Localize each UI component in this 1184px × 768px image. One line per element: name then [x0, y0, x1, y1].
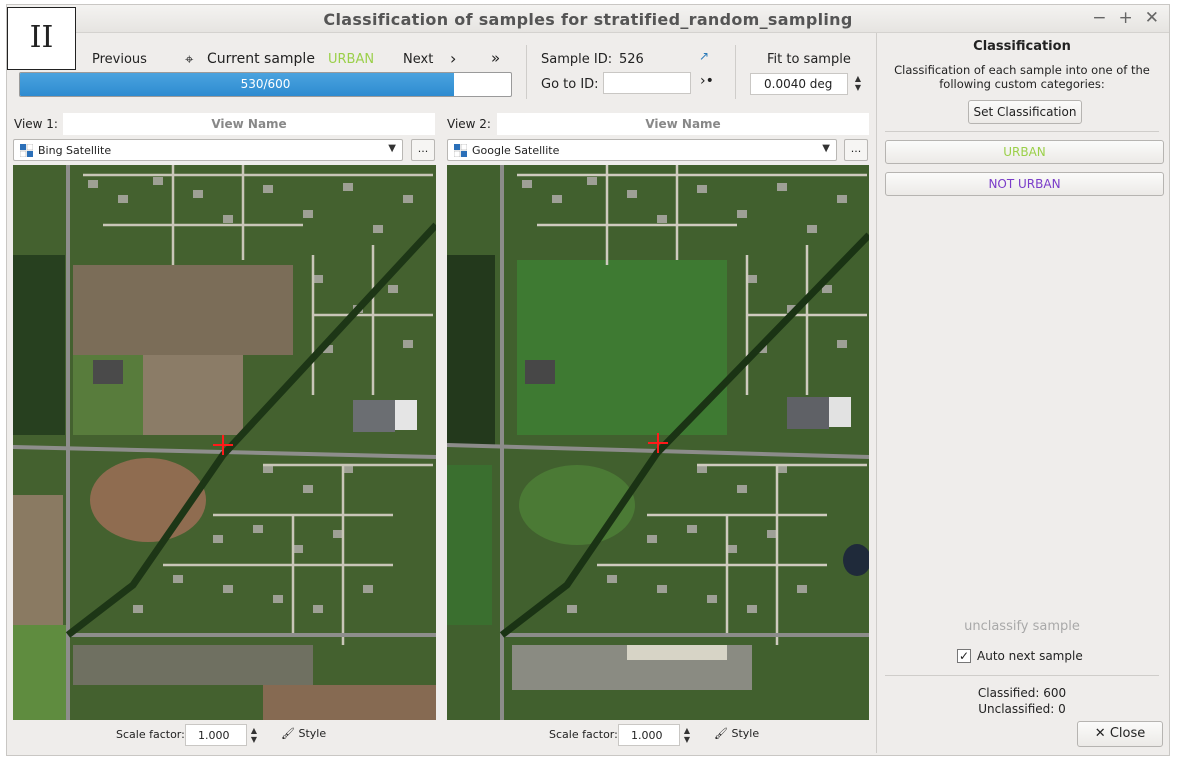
- view2-style-button[interactable]: 🖌 Style: [714, 727, 759, 740]
- brush-icon: 🖌: [714, 727, 728, 740]
- fit-degree-input[interactable]: 0.0040 deg: [750, 73, 848, 95]
- view2-scale-label: Scale factor:: [549, 728, 618, 741]
- set-classification-button[interactable]: Set Classification: [968, 100, 1082, 124]
- view2-name-field[interactable]: View Name: [497, 113, 869, 135]
- brush-icon: 🖌: [281, 727, 295, 740]
- current-sample-button[interactable]: Current sample: [207, 51, 315, 67]
- view1-map-canvas[interactable]: [13, 165, 436, 720]
- sample-id-value: 526: [619, 52, 644, 67]
- view2-options-button[interactable]: ...: [844, 139, 868, 161]
- view1-layer-value: Bing Satellite: [38, 144, 112, 157]
- view2-map-canvas[interactable]: [447, 165, 869, 720]
- view1-style-label: Style: [298, 727, 327, 740]
- view2-scale-spinner[interactable]: ▲ ▼: [681, 726, 693, 744]
- chevron-right-icon[interactable]: ›: [450, 49, 456, 68]
- fit-degree-spinner[interactable]: ▲ ▼: [852, 74, 864, 92]
- panel-divider: [885, 131, 1159, 132]
- classified-count: Classified: 600: [977, 686, 1067, 700]
- view2-layer-value: Google Satellite: [472, 144, 560, 157]
- unclassified-count: Unclassified: 0: [978, 702, 1066, 716]
- auto-next-checkbox[interactable]: ✓: [957, 649, 971, 663]
- category-not-urban-button[interactable]: NOT URBAN: [885, 172, 1164, 196]
- classification-panel: Classification Classification of each sa…: [876, 33, 1167, 753]
- unclassify-sample-button[interactable]: unclassify sample: [877, 619, 1167, 634]
- satellite-imagery: [13, 165, 436, 720]
- sample-id-label: Sample ID:: [541, 52, 613, 67]
- panel-divider: [885, 675, 1159, 676]
- classification-window: Classification of samples for stratified…: [6, 4, 1170, 756]
- maximize-button[interactable]: +: [1119, 8, 1133, 28]
- view2-label: View 2:: [447, 117, 491, 131]
- view2-scale-input[interactable]: 1.000: [618, 724, 680, 746]
- double-chevron-right-icon[interactable]: »: [491, 49, 500, 67]
- crosshair-target-icon[interactable]: ⌖: [185, 50, 193, 68]
- view1-layer-select[interactable]: Bing Satellite ▼: [13, 139, 403, 161]
- view1-style-button[interactable]: 🖌 Style: [281, 727, 326, 740]
- toolbar-separator: [526, 45, 527, 99]
- view2-layer-select[interactable]: Google Satellite ▼: [447, 139, 837, 161]
- auto-next-option[interactable]: ✓ Auto next sample: [957, 649, 1083, 663]
- progress-bar: 530/600: [19, 72, 512, 97]
- dropdown-arrow-icon: ▼: [388, 143, 396, 154]
- dropdown-arrow-icon: ▼: [822, 143, 830, 154]
- close-icon: ✕: [1094, 726, 1106, 741]
- window-title: Classification of samples for stratified…: [323, 10, 853, 29]
- next-button[interactable]: Next: [403, 52, 433, 67]
- layer-grid-icon: [454, 144, 467, 157]
- minimize-button[interactable]: −: [1092, 8, 1106, 28]
- title-bar: Classification of samples for stratified…: [7, 5, 1169, 33]
- locate-icon[interactable]: ↗: [699, 49, 709, 63]
- previous-button[interactable]: Previous: [92, 52, 147, 67]
- layer-grid-icon: [20, 144, 33, 157]
- view1-scale-input[interactable]: 1.000: [185, 724, 247, 746]
- category-urban-button[interactable]: URBAN: [885, 140, 1164, 164]
- toolbar-separator-2: [735, 45, 736, 99]
- close-button[interactable]: ✕ Close: [1077, 721, 1163, 747]
- close-window-button[interactable]: ✕: [1145, 8, 1159, 28]
- auto-next-label: Auto next sample: [977, 649, 1083, 663]
- view2-style-label: Style: [731, 727, 760, 740]
- view1-options-button[interactable]: ...: [411, 139, 435, 161]
- go-arrow-icon[interactable]: ›•: [700, 73, 714, 89]
- view1-label: View 1:: [14, 117, 58, 131]
- current-class-badge: URBAN: [328, 52, 375, 67]
- fit-to-sample-button[interactable]: Fit to sample: [767, 52, 851, 67]
- goto-id-label: Go to ID:: [541, 77, 599, 92]
- satellite-imagery: [447, 165, 869, 720]
- close-button-label: Close: [1109, 726, 1146, 741]
- classification-title: Classification: [973, 39, 1071, 54]
- view1-scale-spinner[interactable]: ▲ ▼: [248, 726, 260, 744]
- view1-name-field[interactable]: View Name: [63, 113, 435, 135]
- progress-text: 530/600: [240, 77, 291, 91]
- classification-description: Classification of each sample into one o…: [894, 63, 1150, 91]
- view1-scale-label: Scale factor:: [116, 728, 185, 741]
- panel-marker-label: II: [7, 7, 76, 70]
- goto-id-input[interactable]: [603, 72, 691, 94]
